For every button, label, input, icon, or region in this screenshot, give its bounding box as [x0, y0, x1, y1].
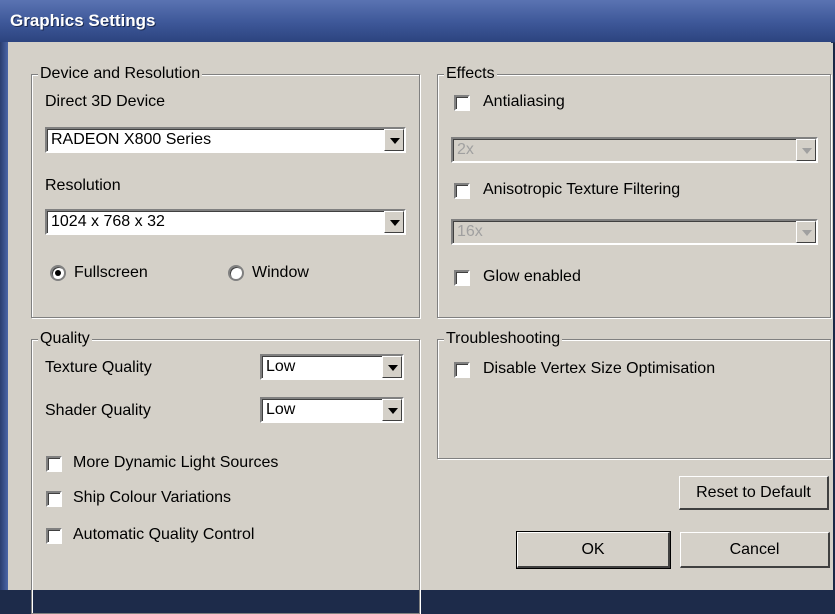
anisotropic-checkbox[interactable] [454, 183, 470, 199]
texture-quality-dropdown-button[interactable] [382, 356, 402, 378]
antialiasing-label[interactable]: Antialiasing [483, 92, 565, 112]
direct3d-device-select[interactable]: RADEON X800 Series [45, 127, 406, 153]
reset-to-default-label: Reset to Default [696, 484, 811, 501]
ship-colour-checkbox[interactable] [46, 491, 62, 507]
antialiasing-level-value: 2x [457, 141, 474, 158]
resolution-label: Resolution [45, 177, 121, 194]
shader-quality-dropdown-button[interactable] [382, 399, 402, 421]
window-radio[interactable] [228, 265, 244, 281]
device-resolution-legend: Device and Resolution [38, 64, 203, 84]
ok-label: OK [581, 541, 605, 558]
window-left-edge [0, 42, 8, 590]
antialiasing-level-select: 2x [451, 137, 818, 163]
texture-quality-value: Low [266, 358, 296, 375]
resolution-dropdown-button[interactable] [384, 211, 404, 233]
chevron-down-icon [390, 220, 400, 226]
glow-checkbox[interactable] [454, 270, 470, 286]
shader-quality-label: Shader Quality [45, 402, 151, 419]
fullscreen-label[interactable]: Fullscreen [74, 263, 148, 283]
dynamic-lights-label[interactable]: More Dynamic Light Sources [73, 453, 278, 473]
shader-quality-select[interactable]: Low [260, 397, 404, 423]
auto-quality-checkbox[interactable] [46, 528, 62, 544]
window-title: Graphics Settings [10, 11, 156, 30]
dialog-client-area: Device and Resolution Direct 3D Device R… [8, 42, 831, 614]
anisotropic-level-select: 16x [451, 219, 818, 245]
radio-selected-icon [55, 270, 61, 276]
anisotropic-level-value: 16x [457, 223, 483, 240]
texture-quality-select[interactable]: Low [260, 354, 404, 380]
troubleshooting-group: Troubleshooting Disable Vertex Size Opti… [437, 329, 831, 459]
quality-legend: Quality [38, 329, 92, 349]
auto-quality-label[interactable]: Automatic Quality Control [73, 525, 254, 545]
shader-quality-value: Low [266, 401, 296, 418]
anisotropic-label[interactable]: Anisotropic Texture Filtering [483, 180, 680, 200]
ok-button[interactable]: OK [516, 531, 671, 569]
effects-legend: Effects [444, 64, 497, 84]
chevron-down-icon [802, 230, 812, 236]
vertex-optimisation-checkbox[interactable] [454, 362, 470, 378]
antialiasing-dropdown-button [796, 139, 816, 161]
resolution-select[interactable]: 1024 x 768 x 32 [45, 209, 406, 235]
chevron-down-icon [388, 408, 398, 414]
cancel-button[interactable]: Cancel [680, 532, 830, 568]
device-resolution-group: Device and Resolution Direct 3D Device R… [31, 64, 420, 318]
chevron-down-icon [802, 148, 812, 154]
glow-label[interactable]: Glow enabled [483, 267, 581, 287]
anisotropic-dropdown-button [796, 221, 816, 243]
graphics-settings-dialog: Graphics Settings Device and Resolution … [0, 0, 835, 614]
quality-group: Quality Texture Quality Low Shader Quali… [31, 329, 420, 614]
texture-quality-label: Texture Quality [45, 359, 152, 376]
chevron-down-icon [390, 138, 400, 144]
fullscreen-radio[interactable] [50, 265, 66, 281]
direct3d-device-label: Direct 3D Device [45, 93, 166, 110]
troubleshooting-legend: Troubleshooting [444, 329, 563, 349]
window-label[interactable]: Window [252, 263, 309, 283]
reset-to-default-button[interactable]: Reset to Default [679, 476, 829, 510]
ship-colour-label[interactable]: Ship Colour Variations [73, 488, 231, 508]
vertex-optimisation-label[interactable]: Disable Vertex Size Optimisation [483, 359, 715, 379]
antialiasing-checkbox[interactable] [454, 95, 470, 111]
resolution-value: 1024 x 768 x 32 [51, 213, 165, 230]
cancel-label: Cancel [729, 541, 780, 558]
effects-group: Effects Antialiasing 2x Anisotropic Text… [437, 64, 831, 318]
dynamic-lights-checkbox[interactable] [46, 456, 62, 472]
direct3d-device-value: RADEON X800 Series [51, 131, 212, 148]
direct3d-device-dropdown-button[interactable] [384, 129, 404, 151]
chevron-down-icon [388, 365, 398, 371]
title-bar[interactable]: Graphics Settings [0, 0, 835, 43]
